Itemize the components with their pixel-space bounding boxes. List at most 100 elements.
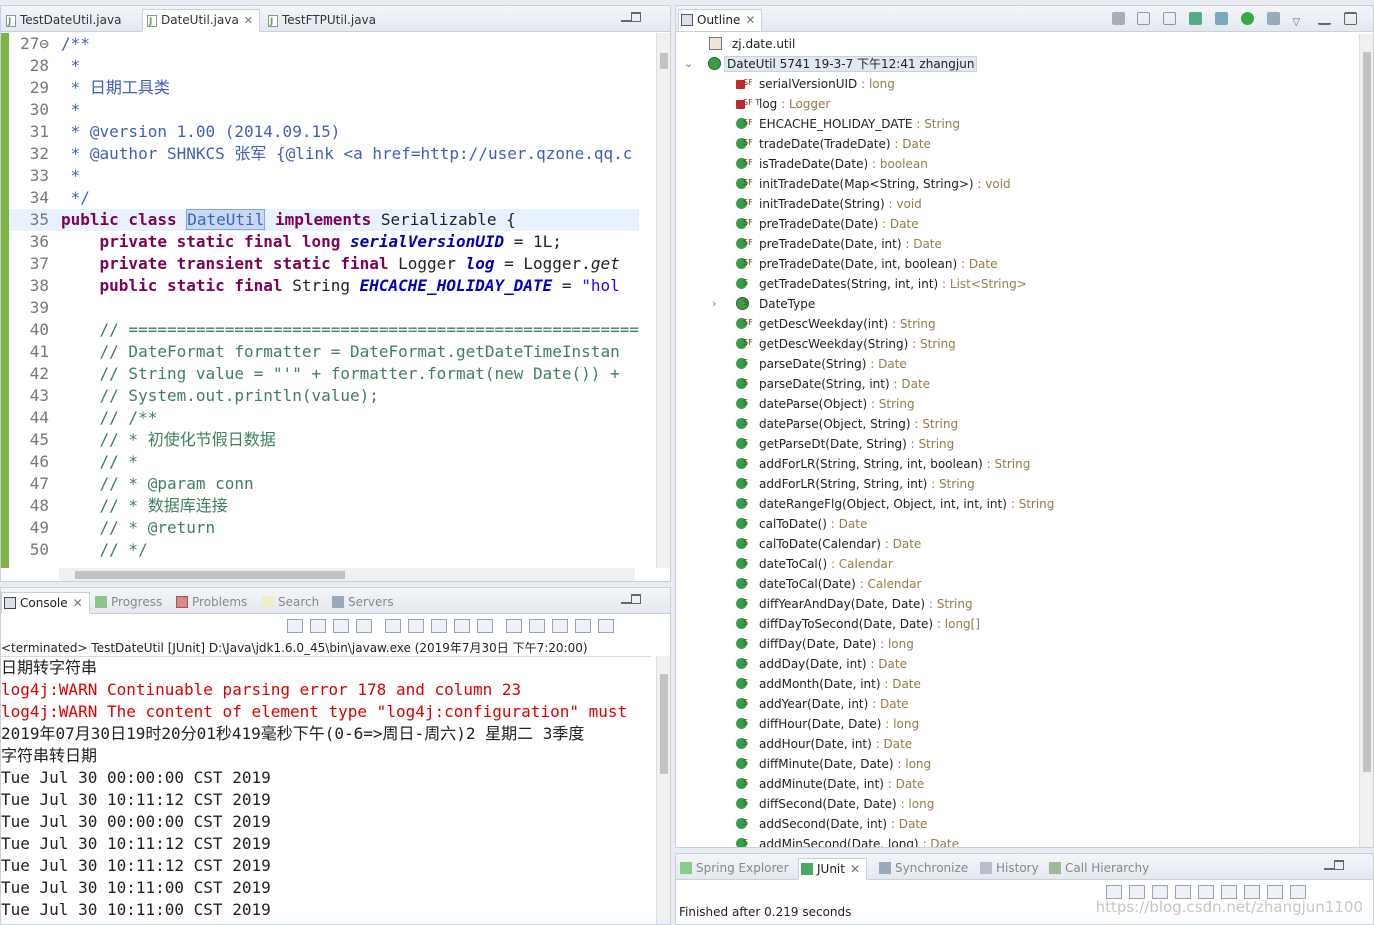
tab-console[interactable]: Console ✕ xyxy=(1,592,90,614)
outline-member[interactable]: SF serialVersionUID : long xyxy=(732,74,895,94)
code-line[interactable]: 50 // */ xyxy=(9,539,639,561)
outline-member[interactable]: SdateParse(Object) : String xyxy=(732,394,915,414)
outline-member[interactable]: SdiffDayToSecond(Date, Date) : long[] xyxy=(732,614,980,634)
max-icon[interactable] xyxy=(598,618,614,633)
outline-member[interactable]: SdiffMinute(Date, Date) : long xyxy=(732,754,931,774)
tab-history[interactable]: History xyxy=(978,858,1039,880)
tab-spring-explorer[interactable]: Spring Explorer xyxy=(678,858,789,880)
collapse-all-icon[interactable] xyxy=(1111,12,1125,25)
code-line[interactable]: 46 // * xyxy=(9,451,639,473)
outline-member[interactable]: SaddSecond(Date, int) : Date xyxy=(732,814,927,834)
show-stderr-icon[interactable] xyxy=(477,618,493,633)
tab-testftputil[interactable]: TestFTPUtil.java xyxy=(263,9,383,33)
close-icon[interactable]: ✕ xyxy=(850,862,860,876)
code-line[interactable]: 33 * xyxy=(9,165,639,187)
outline-member[interactable]: SaddHour(Date, int) : Date xyxy=(732,734,912,754)
scroll-thumb[interactable] xyxy=(75,571,345,579)
minimize-icon[interactable] xyxy=(621,598,631,604)
pin-console-icon[interactable] xyxy=(506,618,522,633)
tab-progress[interactable]: Progress xyxy=(93,592,162,614)
previous-failure-icon[interactable] xyxy=(1129,884,1145,899)
code-line[interactable]: 48 // * 数据库连接 xyxy=(9,495,639,517)
console-vertical-scrollbar[interactable] xyxy=(656,656,670,924)
code-line[interactable]: 40 // ==================================… xyxy=(9,319,639,341)
outline-member[interactable]: SF initTradeDate(Map<String, String>) : v… xyxy=(732,174,1011,194)
console-output[interactable]: 日期转字符串 log4j:WARN Continuable parsing err… xyxy=(1,656,651,924)
chevron-right-icon[interactable]: › xyxy=(712,294,716,314)
outline-member[interactable]: SgetTradeDates(String, int, int) : List<… xyxy=(732,274,1027,294)
outline-member[interactable]: SF preTradeDate(Date, int) : Date xyxy=(732,234,942,254)
outline-member[interactable]: ScalToDate(Calendar) : Date xyxy=(732,534,921,554)
outline-member[interactable]: SdiffDay(Date, Date) : long xyxy=(732,634,914,654)
code-line[interactable]: 36 private static final long serialVersi… xyxy=(9,231,639,253)
hide-fields-icon[interactable] xyxy=(1189,12,1203,25)
remove-all-icon[interactable] xyxy=(333,618,349,633)
editor-horizontal-scrollbar[interactable] xyxy=(59,568,635,581)
tab-junit[interactable]: JUnit ✕ xyxy=(798,858,868,880)
tab-testdateutil[interactable]: TestDateUtil.java xyxy=(1,9,128,33)
maximize-icon[interactable] xyxy=(631,12,641,22)
code-line[interactable]: 27⊖ /** xyxy=(9,33,639,55)
code-line[interactable]: 49 // * @return xyxy=(9,517,639,539)
outline-member[interactable]: SdiffYearAndDay(Date, Date) : String xyxy=(732,594,973,614)
code-line[interactable]: 39 xyxy=(9,297,639,319)
close-icon[interactable]: ✕ xyxy=(244,14,253,27)
tab-dateutil[interactable]: DateUtil.java✕ xyxy=(142,9,261,33)
scroll-thumb[interactable] xyxy=(660,53,668,69)
hide-static-icon[interactable] xyxy=(1214,12,1228,25)
code-line[interactable]: 45 // * 初使化节假日数据 xyxy=(9,429,639,451)
outline-member[interactable]: SdateToCal() : Calendar xyxy=(732,554,893,574)
outline-member[interactable]: SF EHCACHE_HOLIDAY_DATE : String xyxy=(732,114,960,134)
rerun-failed-icon[interactable] xyxy=(1221,884,1237,899)
next-failure-icon[interactable] xyxy=(1106,884,1122,899)
tab-call-hierarchy[interactable]: Call Hierarchy xyxy=(1047,858,1149,880)
editor-vertical-scrollbar[interactable] xyxy=(656,33,670,568)
view-menu-icon[interactable] xyxy=(575,618,591,633)
outline-member[interactable]: SF preTradeDate(Date, int, boolean) : Dat… xyxy=(732,254,998,274)
remove-terminated-icon[interactable] xyxy=(356,618,372,633)
scroll-thumb[interactable] xyxy=(660,674,668,774)
clear-console-icon[interactable] xyxy=(385,618,401,633)
tab-problems[interactable]: Problems xyxy=(174,592,247,614)
word-wrap-icon[interactable] xyxy=(431,618,447,633)
outline-member[interactable]: SaddMinSecond(Date, long) : Date xyxy=(732,834,959,847)
minimize-icon[interactable] xyxy=(621,16,631,22)
outline-member[interactable]: SdateToCal(Date) : Calendar xyxy=(732,574,921,594)
open-console-icon[interactable] xyxy=(552,618,568,633)
code-line[interactable]: 37 private transient static final Logger… xyxy=(9,253,639,275)
code-line[interactable]: 43 // System.out.println(value); xyxy=(9,385,639,407)
outline-member[interactable]: SaddMinute(Date, int) : Date xyxy=(732,774,924,794)
display-console-icon[interactable] xyxy=(529,618,545,633)
outline-vertical-scrollbar[interactable] xyxy=(1359,34,1373,847)
sort-alpha-icon[interactable] xyxy=(1163,12,1177,25)
outline-member[interactable]: SparseDate(String, int) : Date xyxy=(732,374,930,394)
tab-search[interactable]: Search xyxy=(260,592,319,614)
scroll-lock-icon[interactable] xyxy=(408,618,424,633)
scroll-thumb[interactable] xyxy=(1363,52,1371,772)
outline-member[interactable]: SaddForLR(String, String, int) : String xyxy=(732,474,975,494)
outline-member[interactable]: SF Tlog : Logger xyxy=(732,94,830,114)
sort-icon[interactable] xyxy=(1137,12,1151,25)
outline-member[interactable]: SF initTradeDate(String) : void xyxy=(732,194,922,214)
close-icon[interactable]: ✕ xyxy=(73,596,83,610)
code-line[interactable]: 32 * @author SHNKCS 张军 {@link <a href=ht… xyxy=(9,143,639,165)
hide-non-public-icon[interactable] xyxy=(1240,12,1254,25)
outline-member[interactable]: SdiffHour(Date, Date) : long xyxy=(732,714,919,734)
outline-member[interactable]: SparseDate(String) : Date xyxy=(732,354,907,374)
code-line[interactable]: 42 // String value = "'" + formatter.for… xyxy=(9,363,639,385)
package-node[interactable]: zj.date.util xyxy=(706,34,795,54)
view-menu-icon[interactable]: ▽ xyxy=(1292,17,1305,30)
close-icon[interactable]: ✕ xyxy=(745,13,755,27)
outline-member[interactable]: SF tradeDate(TradeDate) : Date xyxy=(732,134,931,154)
outline-member[interactable]: SdateRangeFlg(Object, Object, int, int, … xyxy=(732,494,1054,514)
code-line[interactable]: 31 * @version 1.00 (2014.09.15) xyxy=(9,121,639,143)
code-line[interactable]: 34 */ xyxy=(9,187,639,209)
class-node[interactable]: ⌄ DateUtil 5741 19-3-7 下午12:41 zhangjun xyxy=(684,54,978,74)
code-line[interactable]: 41 // DateFormat formatter = DateFormat.… xyxy=(9,341,639,363)
outline-member[interactable]: SF getDescWeekday(int) : String xyxy=(732,314,936,334)
outline-member[interactable]: › S DateType xyxy=(712,294,815,314)
code-line[interactable]: 44 // /** xyxy=(9,407,639,429)
code-line[interactable]: 35 public class DateUtil implements Seria… xyxy=(9,209,639,231)
hide-local-types-icon[interactable] xyxy=(1266,12,1280,25)
outline-member[interactable]: SaddForLR(String, String, int, boolean) … xyxy=(732,454,1030,474)
